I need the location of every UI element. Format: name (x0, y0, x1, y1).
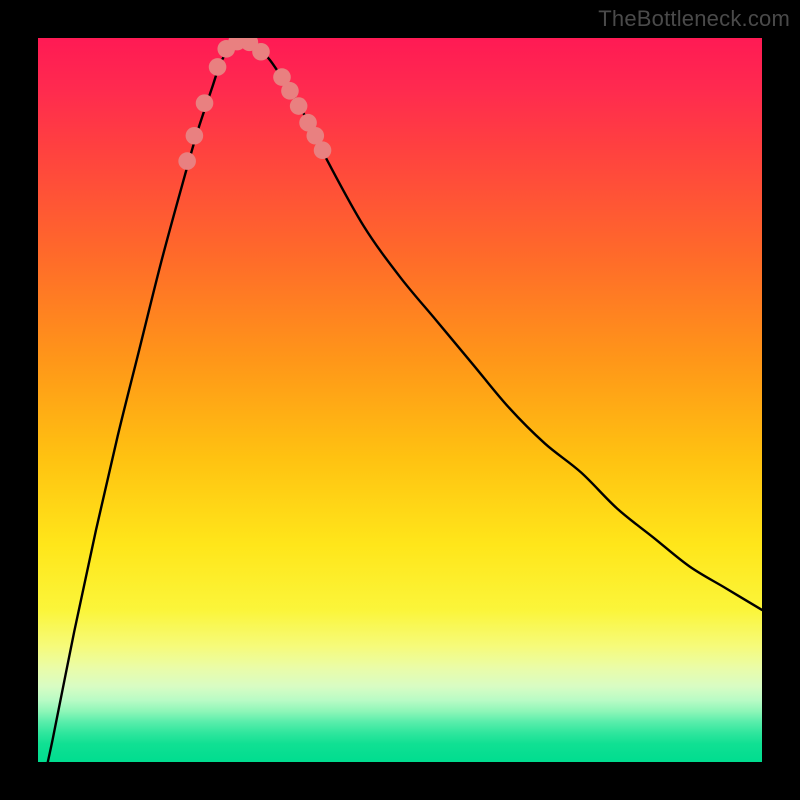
curve-marker (290, 97, 308, 115)
curve-marker (209, 58, 227, 76)
curve-marker (178, 152, 196, 170)
watermark-text: TheBottleneck.com (598, 6, 790, 32)
curve-marker (281, 82, 299, 100)
plot-area (38, 38, 762, 762)
curve-marker (186, 127, 204, 145)
curve-marker (196, 94, 214, 112)
curve-layer (38, 38, 762, 762)
curve-marker (314, 141, 332, 159)
bottleneck-curve (38, 38, 762, 762)
curve-marker (252, 43, 270, 61)
chart-frame: TheBottleneck.com (0, 0, 800, 800)
